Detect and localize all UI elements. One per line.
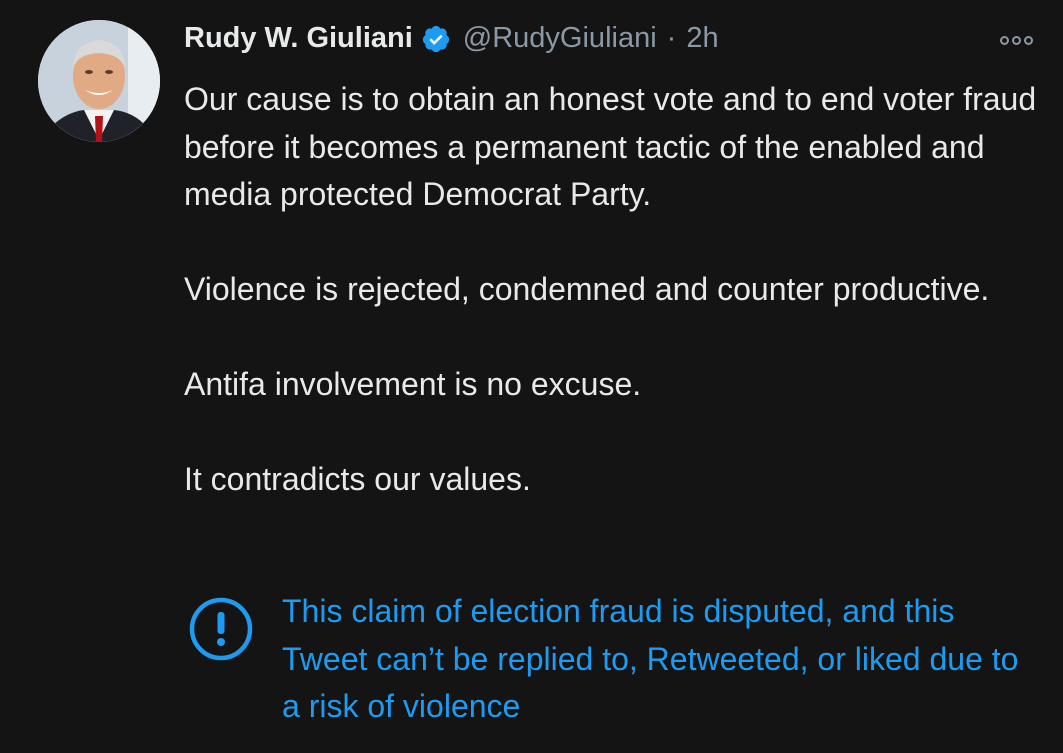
notice-text[interactable]: This claim of election fraud is disputed…	[282, 588, 1022, 731]
more-options-icon[interactable]	[1000, 36, 1033, 45]
author-name[interactable]: Rudy W. Giuliani	[184, 22, 413, 55]
tweet[interactable]: Rudy W. Giuliani @RudyGiuliani · 2h Our …	[0, 0, 1063, 753]
timestamp[interactable]: 2h	[686, 22, 718, 55]
avatar-image	[38, 20, 160, 142]
tweet-paragraph: Our cause is to obtain an honest vote an…	[184, 81, 1037, 212]
tweet-paragraph: Violence is rejected, condemned and coun…	[184, 271, 990, 307]
tweet-header: Rudy W. Giuliani @RudyGiuliani · 2h	[184, 22, 719, 55]
verified-badge-icon	[421, 24, 451, 54]
exclamation-circle-icon	[188, 596, 254, 662]
avatar[interactable]	[38, 20, 160, 142]
author-handle[interactable]: @RudyGiuliani	[463, 22, 657, 55]
more-dot	[1000, 36, 1009, 45]
more-dot	[1012, 36, 1021, 45]
disputed-claim-notice[interactable]: This claim of election fraud is disputed…	[184, 588, 1044, 731]
tweet-paragraph: Antifa involvement is no excuse.	[184, 366, 642, 402]
more-dot	[1024, 36, 1033, 45]
tweet-text: Our cause is to obtain an honest vote an…	[184, 76, 1044, 504]
tweet-paragraph: It contradicts our values.	[184, 461, 531, 497]
separator-dot: ·	[666, 22, 677, 54]
